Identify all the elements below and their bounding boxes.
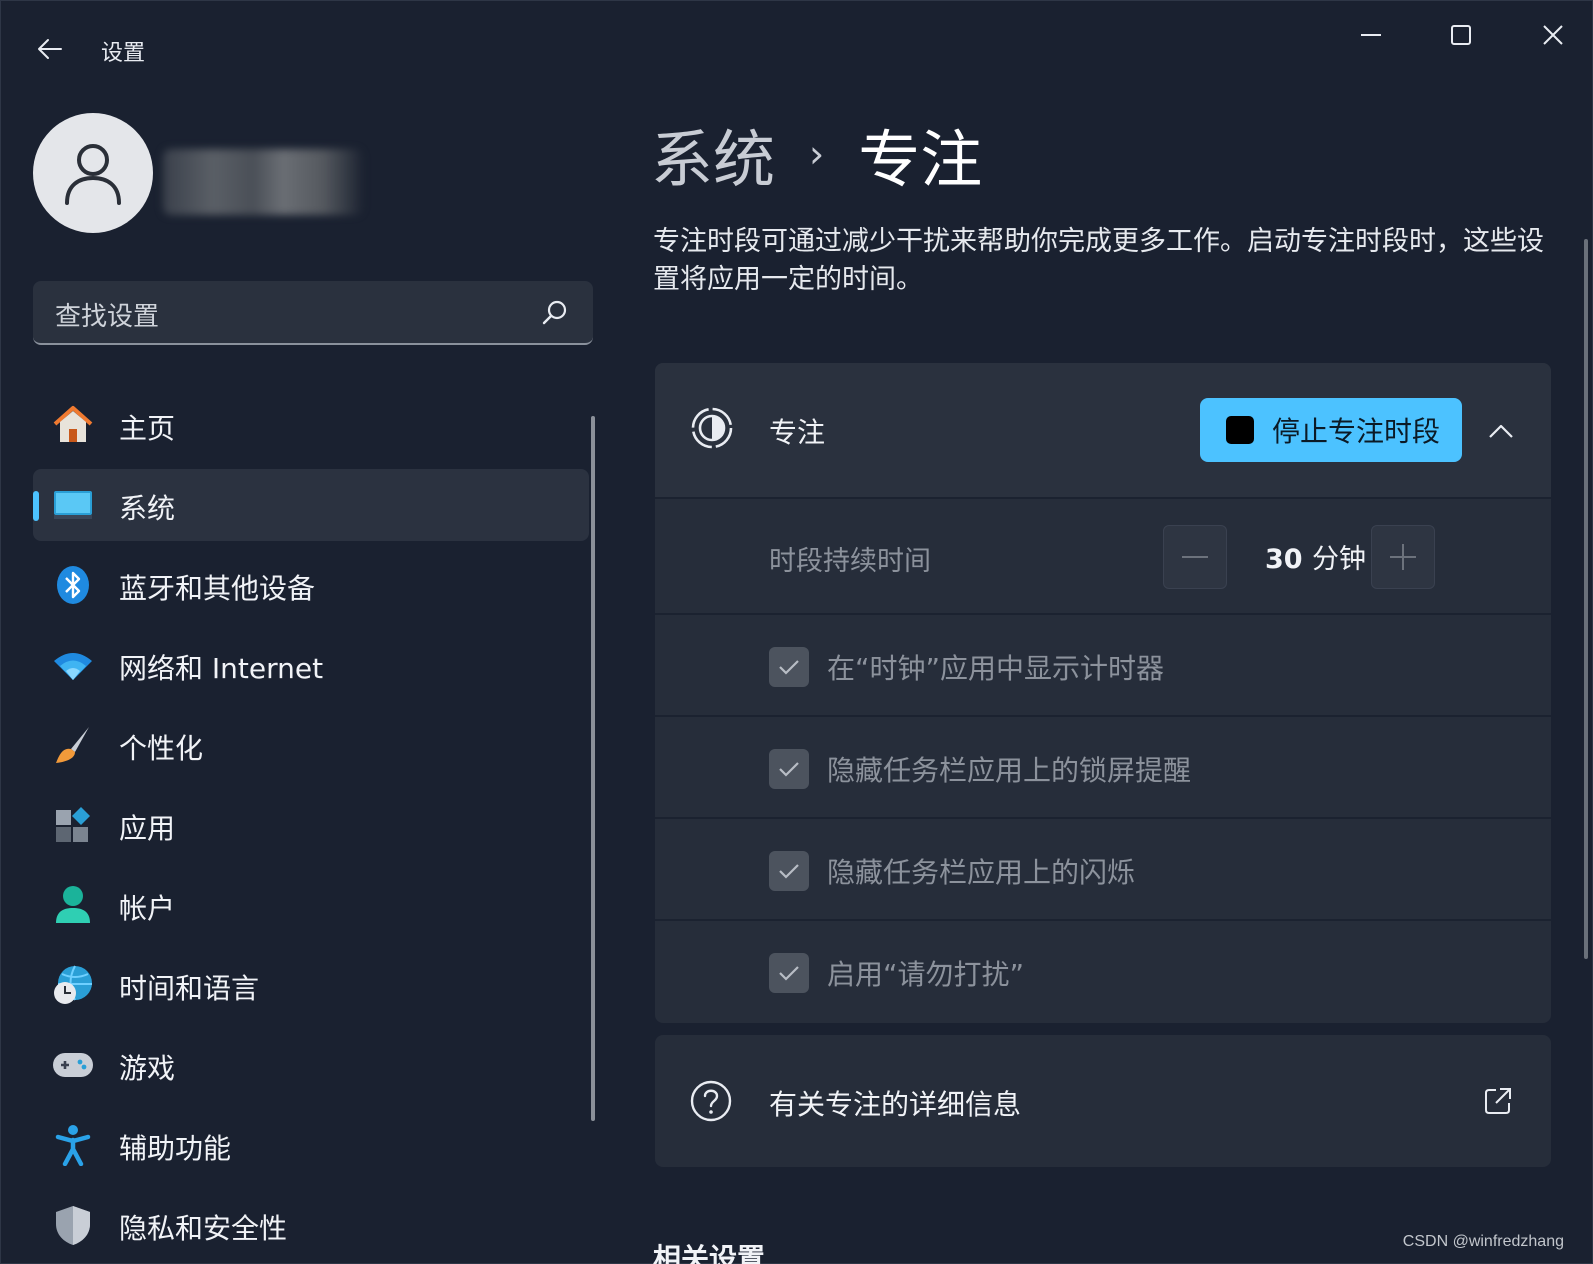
person-icon xyxy=(65,144,121,205)
option-row: 启用“请勿打扰” xyxy=(655,919,1551,1021)
sidebar-item-bluetooth[interactable]: 蓝牙和其他设备 xyxy=(33,549,589,621)
sidebar-item-time-language[interactable]: 时间和语言 xyxy=(33,949,589,1021)
decrease-duration-button[interactable] xyxy=(1163,525,1227,589)
minimize-icon xyxy=(1361,34,1381,36)
duration-number: 30 xyxy=(1265,544,1303,575)
system-monitor-icon xyxy=(51,483,95,527)
sidebar-item-gaming[interactable]: 游戏 xyxy=(33,1029,589,1101)
sidebar-item-label: 主页 xyxy=(119,412,176,445)
hide-badges-checkbox[interactable] xyxy=(769,749,809,789)
info-link-label: 有关专注的详细信息 xyxy=(769,1088,1022,1121)
watermark: CSDN @winfredzhang xyxy=(1402,1233,1564,1250)
duration-label: 时段持续时间 xyxy=(769,546,931,577)
sidebar-item-label: 蓝牙和其他设备 xyxy=(119,572,316,605)
sidebar-item-network[interactable]: 网络和 Internet xyxy=(33,629,589,701)
option-row: 在“时钟”应用中显示计时器 xyxy=(655,613,1551,715)
chevron-up-icon xyxy=(1489,424,1513,438)
home-icon xyxy=(51,403,95,447)
checkmark-icon xyxy=(779,966,799,981)
collapse-button[interactable] xyxy=(1481,411,1521,451)
minimize-button[interactable] xyxy=(1341,13,1401,57)
option-label: 启用“请勿打扰” xyxy=(827,958,1025,991)
account-icon xyxy=(51,883,95,927)
clock-timer-checkbox[interactable] xyxy=(769,647,809,687)
wifi-icon xyxy=(51,643,95,687)
maximize-icon xyxy=(1451,25,1471,45)
stop-focus-button[interactable]: 停止专注时段 xyxy=(1200,398,1462,462)
sidebar-item-label: 游戏 xyxy=(119,1052,176,1085)
focus-settings-card: 专注 停止专注时段 时段持续时间 30 分钟 在“时钟”应用中显示计时器 隐藏任… xyxy=(655,363,1551,1023)
help-icon xyxy=(690,1080,732,1122)
globe-clock-icon xyxy=(51,963,95,1007)
stop-icon xyxy=(1226,416,1254,444)
sidebar-item-label: 辅助功能 xyxy=(119,1132,232,1165)
do-not-disturb-checkbox[interactable] xyxy=(769,953,809,993)
focus-icon xyxy=(691,407,733,449)
back-button[interactable] xyxy=(31,31,67,67)
back-arrow-icon xyxy=(38,39,62,59)
option-row: 隐藏任务栏应用上的闪烁 xyxy=(655,817,1551,919)
sidebar-item-label: 帐户 xyxy=(119,892,176,925)
stop-focus-label: 停止专注时段 xyxy=(1272,415,1441,448)
checkmark-icon xyxy=(779,864,799,879)
search-placeholder: 查找设置 xyxy=(55,302,160,332)
breadcrumb-separator: › xyxy=(809,132,825,176)
sidebar-item-label: 时间和语言 xyxy=(119,972,260,1005)
checkmark-icon xyxy=(779,660,799,675)
search-field[interactable]: 查找设置 xyxy=(33,281,593,345)
external-link-icon xyxy=(1485,1088,1511,1114)
close-icon xyxy=(1543,25,1563,45)
sidebar-scrollbar[interactable] xyxy=(591,416,595,1121)
hide-flashing-checkbox[interactable] xyxy=(769,851,809,891)
sidebar-item-label: 系统 xyxy=(119,492,176,525)
duration-unit: 分钟 xyxy=(1311,544,1366,575)
window-title: 设置 xyxy=(101,41,146,66)
breadcrumb: 系统 › 专注 xyxy=(651,109,982,199)
sidebar-item-accessibility[interactable]: 辅助功能 xyxy=(33,1109,589,1181)
sidebar-item-apps[interactable]: 应用 xyxy=(33,789,589,861)
gamepad-icon xyxy=(51,1043,95,1087)
plus-icon xyxy=(1390,544,1416,570)
focus-label: 专注 xyxy=(769,416,826,449)
focus-info-link[interactable]: 有关专注的详细信息 xyxy=(655,1035,1551,1167)
sidebar-item-label: 网络和 Internet xyxy=(119,652,324,685)
user-profile[interactable] xyxy=(33,113,453,233)
option-label: 隐藏任务栏应用上的闪烁 xyxy=(827,856,1136,889)
accessibility-icon xyxy=(51,1123,95,1167)
close-button[interactable] xyxy=(1523,13,1583,57)
apps-icon xyxy=(51,803,95,847)
option-label: 隐藏任务栏应用上的锁屏提醒 xyxy=(827,754,1192,787)
sidebar-item-personalization[interactable]: 个性化 xyxy=(33,709,589,781)
blurred-username xyxy=(163,149,363,215)
page-title: 专注 xyxy=(858,123,983,196)
sidebar-item-label: 应用 xyxy=(119,812,176,845)
minus-icon xyxy=(1182,556,1208,558)
sidebar-item-accounts[interactable]: 帐户 xyxy=(33,869,589,941)
sidebar-item-privacy[interactable]: 隐私和安全性 xyxy=(33,1189,589,1261)
sidebar-nav: 主页 系统 蓝牙和其他设备 网络和 Internet 个性化 应用 帐户 时间和… xyxy=(33,389,589,1264)
settings-window: 设置 查找设置 主页 系统 蓝牙和其他设备 网络和 Internet 个性化 应… xyxy=(0,0,1593,1264)
title-bar: 设置 xyxy=(1,1,1592,97)
page-description: 专注时段可通过减少干扰来帮助你完成更多工作。启动专注时段时，这些设置将应用一定的… xyxy=(653,226,1544,295)
sidebar-item-system[interactable]: 系统 xyxy=(33,469,589,541)
increase-duration-button[interactable] xyxy=(1371,525,1435,589)
sidebar-item-home[interactable]: 主页 xyxy=(33,389,589,461)
duration-value: 30 分钟 xyxy=(1265,537,1366,576)
related-settings-heading: 相关设置 xyxy=(653,1242,766,1264)
shield-icon xyxy=(51,1203,95,1247)
option-row: 隐藏任务栏应用上的锁屏提醒 xyxy=(655,715,1551,817)
main-scrollbar[interactable] xyxy=(1584,239,1588,959)
search-icon[interactable] xyxy=(541,299,569,327)
sidebar-item-label: 隐私和安全性 xyxy=(119,1212,288,1245)
sidebar-item-label: 个性化 xyxy=(119,732,204,765)
brush-icon xyxy=(51,723,95,767)
focus-header-row[interactable]: 专注 停止专注时段 xyxy=(655,363,1551,497)
checkmark-icon xyxy=(779,762,799,777)
bluetooth-icon xyxy=(51,563,95,607)
option-label: 在“时钟”应用中显示计时器 xyxy=(827,652,1165,685)
maximize-button[interactable] xyxy=(1431,13,1491,57)
duration-row: 时段持续时间 30 分钟 xyxy=(655,497,1551,613)
breadcrumb-parent[interactable]: 系统 xyxy=(651,109,775,199)
avatar xyxy=(33,113,153,233)
